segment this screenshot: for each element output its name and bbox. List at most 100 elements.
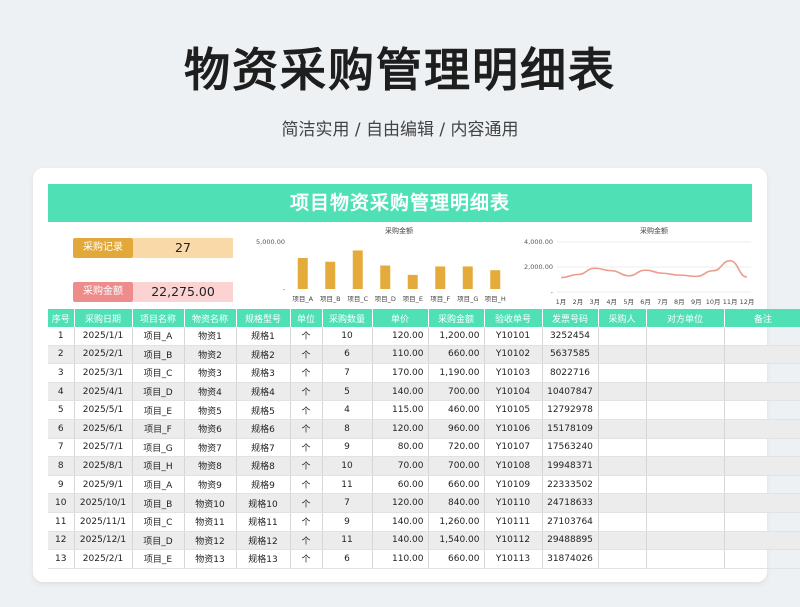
table-cell[interactable]: 660.00 [428,475,485,495]
table-cell[interactable] [598,363,647,383]
table-cell[interactable]: 2025/1/1 [74,327,133,346]
table-cell[interactable]: 840.00 [428,493,485,513]
table-cell[interactable]: 700.00 [428,456,485,476]
table-cell[interactable] [598,345,647,365]
table-cell[interactable] [646,419,725,439]
table-cell[interactable]: 个 [290,327,323,346]
table-cell[interactable] [646,456,725,476]
table-cell[interactable]: 660.00 [428,345,485,365]
table-cell[interactable]: 115.00 [372,400,429,420]
table-cell[interactable]: 项目_C [132,512,185,532]
column-header[interactable]: 备注 [724,309,800,327]
kpi-amount-value[interactable]: 22,275.00 [133,282,233,302]
table-cell[interactable]: 2025/5/1 [74,400,133,420]
table-cell[interactable]: 1,190.00 [428,363,485,383]
column-header[interactable]: 采购日期 [74,309,133,327]
table-cell[interactable]: 2025/4/1 [74,382,133,402]
table-cell[interactable]: 物资10 [184,493,237,513]
table-cell[interactable]: Y10107 [484,438,543,458]
table-cell[interactable]: Y10112 [484,531,543,551]
table-cell[interactable]: 11 [322,531,373,551]
table-cell[interactable]: 2025/3/1 [74,363,133,383]
table-cell[interactable]: 460.00 [428,400,485,420]
table-cell[interactable]: 700.00 [428,382,485,402]
table-cell[interactable]: 6 [322,345,373,365]
table-cell[interactable]: 个 [290,512,323,532]
table-cell[interactable]: Y10106 [484,419,543,439]
table-cell[interactable]: 1,200.00 [428,327,485,346]
table-cell[interactable] [646,363,725,383]
table-cell[interactable]: 项目_H [132,456,185,476]
table-cell[interactable]: 规格10 [236,493,291,513]
table-cell[interactable] [646,549,725,569]
table-cell[interactable] [724,456,800,476]
table-cell[interactable] [598,549,647,569]
table-cell[interactable]: 110.00 [372,549,429,569]
table-cell[interactable]: Y10111 [484,512,543,532]
table-cell[interactable]: 720.00 [428,438,485,458]
table-cell[interactable]: 6 [322,549,373,569]
table-cell[interactable]: 物资5 [184,400,237,420]
table-cell[interactable] [646,531,725,551]
table-cell[interactable]: 个 [290,493,323,513]
table-cell[interactable]: 140.00 [372,512,429,532]
table-cell[interactable] [724,400,800,420]
table-cell[interactable] [724,512,800,532]
table-cell[interactable]: 个 [290,345,323,365]
table-cell[interactable]: Y10101 [484,327,543,346]
column-header[interactable]: 采购数量 [322,309,373,327]
table-cell[interactable] [598,419,647,439]
table-cell[interactable]: 140.00 [372,382,429,402]
table-cell[interactable] [724,419,800,439]
table-cell[interactable]: 5637585 [542,345,599,365]
table-cell[interactable]: 8 [322,419,373,439]
table-cell[interactable]: 项目_D [132,531,185,551]
table-cell[interactable]: 960.00 [428,419,485,439]
table-cell[interactable]: 个 [290,400,323,420]
table-cell[interactable]: 13 [48,549,75,569]
table-cell[interactable]: 2025/11/1 [74,512,133,532]
table-cell[interactable]: 3 [48,363,75,383]
table-cell[interactable]: Y10103 [484,363,543,383]
table-cell[interactable]: 5 [48,400,75,420]
table-cell[interactable] [598,438,647,458]
table-cell[interactable]: 项目_F [132,419,185,439]
table-cell[interactable]: 物资1 [184,327,237,346]
table-cell[interactable]: 个 [290,531,323,551]
table-cell[interactable]: Y10110 [484,493,543,513]
table-cell[interactable]: 规格8 [236,456,291,476]
table-cell[interactable]: 7 [322,363,373,383]
table-cell[interactable] [598,493,647,513]
table-cell[interactable]: Y10113 [484,549,543,569]
table-cell[interactable]: 项目_E [132,400,185,420]
table-cell[interactable]: 项目_D [132,382,185,402]
table-cell[interactable]: 项目_E [132,549,185,569]
table-cell[interactable]: 个 [290,475,323,495]
table-cell[interactable]: 10407847 [542,382,599,402]
table-cell[interactable]: 70.00 [372,456,429,476]
table-cell[interactable]: 项目_B [132,345,185,365]
table-cell[interactable]: 10 [322,456,373,476]
table-cell[interactable] [646,400,725,420]
table-cell[interactable]: 15178109 [542,419,599,439]
table-cell[interactable]: 2025/6/1 [74,419,133,439]
table-cell[interactable]: 物资11 [184,512,237,532]
table-cell[interactable]: 12 [48,531,75,551]
table-cell[interactable]: 规格11 [236,512,291,532]
table-cell[interactable]: 规格2 [236,345,291,365]
table-cell[interactable]: 个 [290,456,323,476]
table-cell[interactable]: 660.00 [428,549,485,569]
table-cell[interactable]: 3252454 [542,327,599,346]
table-cell[interactable]: 1 [48,327,75,346]
table-cell[interactable] [598,456,647,476]
table-cell[interactable] [724,363,800,383]
table-cell[interactable]: 规格3 [236,363,291,383]
table-cell[interactable]: 22333502 [542,475,599,495]
table-cell[interactable] [646,438,725,458]
kpi-records-value[interactable]: 27 [133,238,233,258]
table-cell[interactable]: 80.00 [372,438,429,458]
table-cell[interactable] [598,475,647,495]
table-cell[interactable]: 9 [322,512,373,532]
column-header[interactable]: 采购金额 [428,309,485,327]
table-cell[interactable]: 11 [48,512,75,532]
